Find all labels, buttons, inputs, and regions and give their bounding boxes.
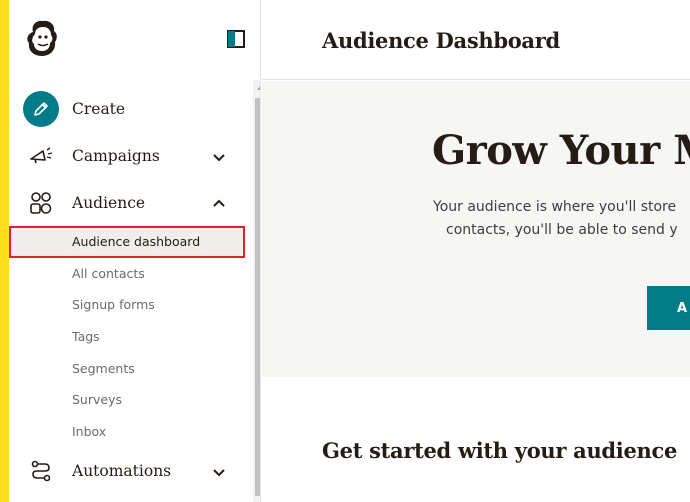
sidebar: Create Campaigns Audience Audience dashb… <box>9 0 261 502</box>
scroll-up-arrow-icon[interactable] <box>257 85 260 90</box>
nav-audience-label: Audience <box>72 193 146 212</box>
nav-campaigns[interactable]: Campaigns <box>9 132 245 179</box>
chevron-down-icon[interactable] <box>212 149 226 163</box>
sidebar-item-signup-forms[interactable]: Signup forms <box>9 289 245 321</box>
sidebar-item-inbox[interactable]: Inbox <box>9 416 245 448</box>
audience-submenu: Audience dashboard All contacts Signup f… <box>9 226 245 447</box>
audience-icon <box>23 185 59 221</box>
chevron-up-icon[interactable] <box>212 196 226 210</box>
scrollbar-thumb[interactable] <box>255 98 260 496</box>
nav-audience[interactable]: Audience <box>9 179 245 226</box>
hero-title: Grow Your Ma <box>432 127 690 174</box>
sidebar-scrollbar[interactable] <box>253 80 260 502</box>
collapse-sidebar-icon[interactable] <box>227 30 245 48</box>
accent-bar <box>0 0 9 502</box>
chevron-down-icon[interactable] <box>212 464 226 478</box>
page-title: Audience Dashboard <box>322 28 560 53</box>
section-title: Get started with your audience <box>322 438 678 463</box>
pencil-icon <box>23 90 59 127</box>
nav-campaigns-label: Campaigns <box>72 146 160 165</box>
hero-description-line2: contacts, you'll be able to send y <box>446 222 678 238</box>
hero-banner: Grow Your Ma Your audience is where you'… <box>262 81 690 377</box>
nav-create[interactable]: Create <box>9 85 245 132</box>
hero-cta-label: A <box>677 300 688 316</box>
nav-automations[interactable]: Automations <box>9 447 245 494</box>
sidebar-item-audience-dashboard[interactable]: Audience dashboard <box>9 226 245 258</box>
sidebar-item-segments[interactable]: Segments <box>9 352 245 384</box>
nav-create-label: Create <box>72 99 126 118</box>
main-content: Audience Dashboard Grow Your Ma Your aud… <box>262 0 690 502</box>
hero-description-line1: Your audience is where you'll store <box>433 199 677 215</box>
page-header: Audience Dashboard <box>262 0 690 80</box>
sidebar-item-all-contacts[interactable]: All contacts <box>9 258 245 290</box>
hero-cta-button[interactable]: A <box>647 286 690 330</box>
sidebar-item-tags[interactable]: Tags <box>9 321 245 353</box>
sidebar-item-surveys[interactable]: Surveys <box>9 384 245 416</box>
nav-automations-label: Automations <box>72 461 172 480</box>
mailchimp-logo-icon[interactable] <box>23 18 61 60</box>
megaphone-icon <box>23 138 59 174</box>
automations-icon <box>23 453 59 489</box>
